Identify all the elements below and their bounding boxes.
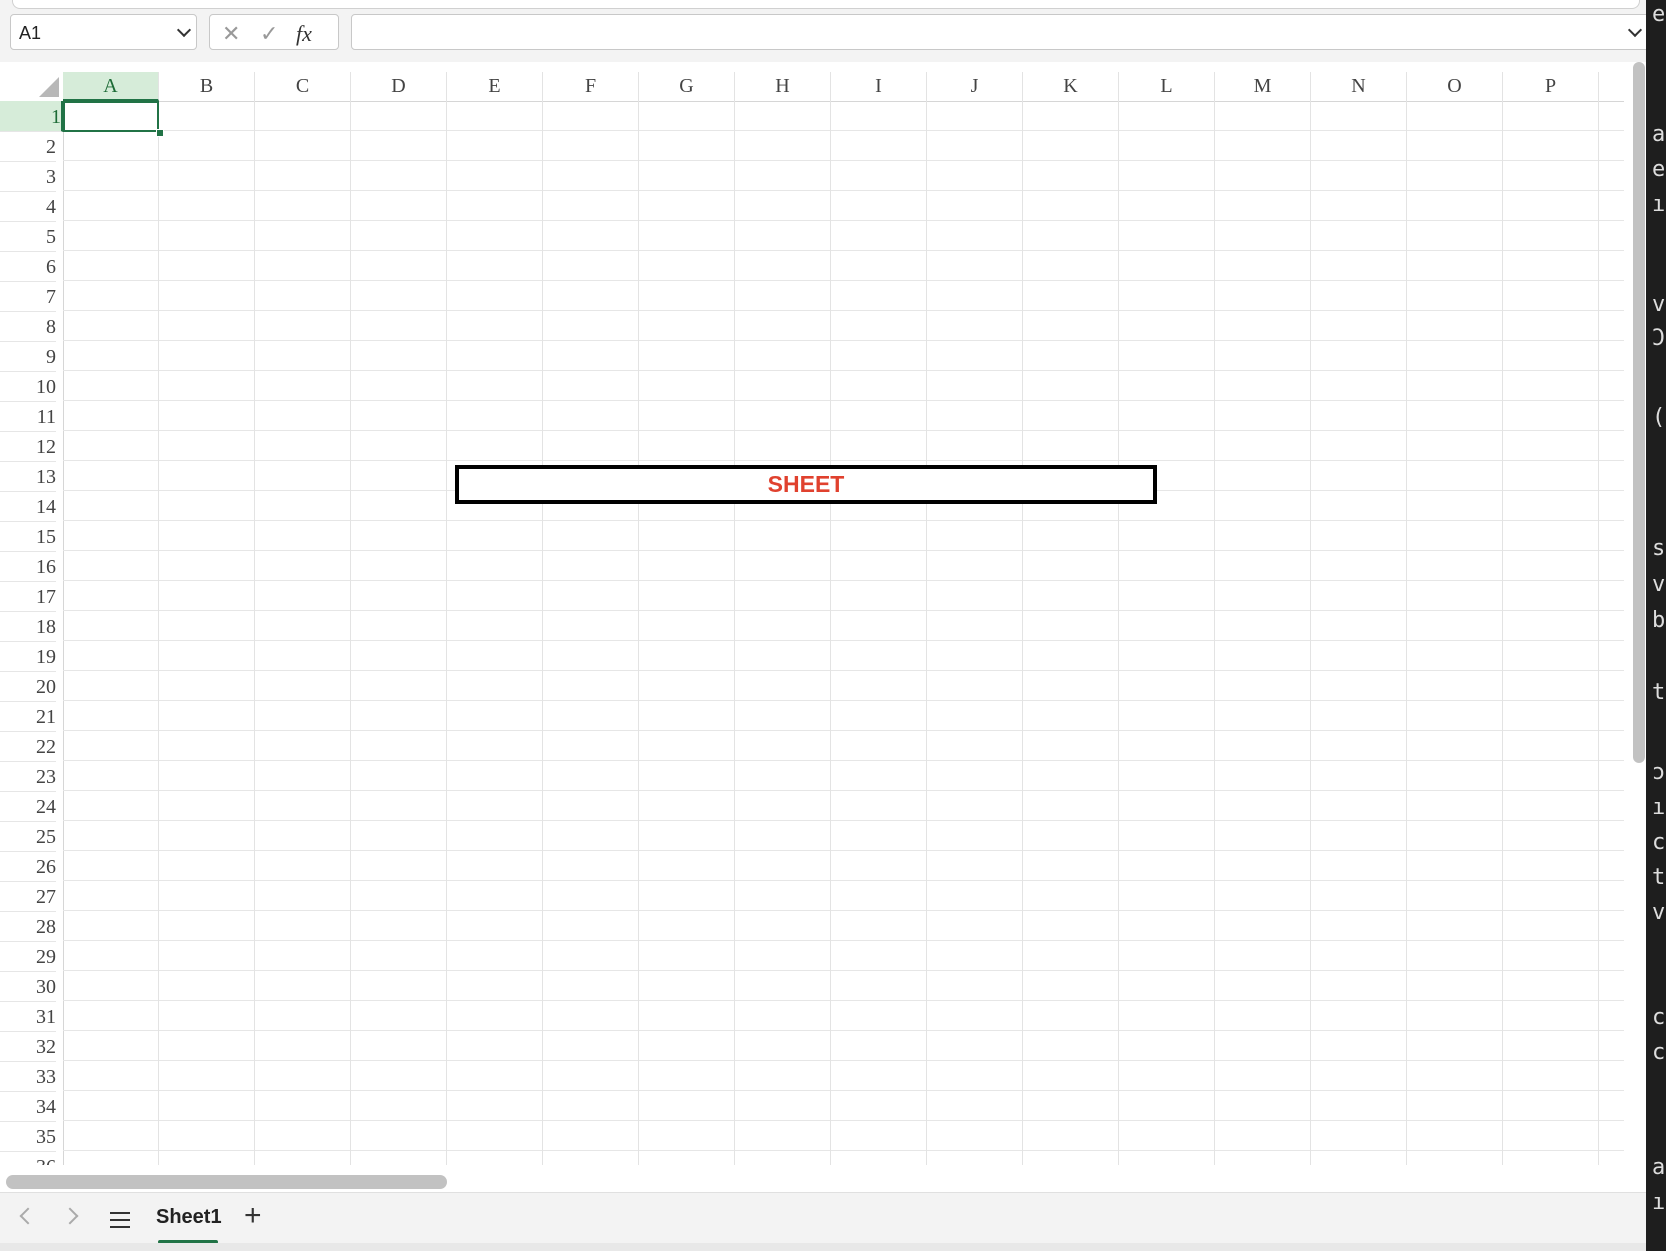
name-box-value: A1: [19, 23, 42, 43]
row-header-1[interactable]: 1: [0, 101, 63, 132]
row-header-15[interactable]: 15: [0, 521, 56, 552]
column-header-p[interactable]: P: [1503, 72, 1599, 101]
select-all-corner[interactable]: [0, 72, 64, 101]
column-header-h[interactable]: H: [735, 72, 831, 101]
background-code-fragment: b: [1652, 608, 1666, 633]
row-header-19[interactable]: 19: [0, 641, 56, 672]
row-header-3[interactable]: 3: [0, 161, 56, 192]
row-header-26[interactable]: 26: [0, 851, 56, 882]
row-header-14[interactable]: 14: [0, 491, 56, 522]
column-header-l[interactable]: L: [1119, 72, 1215, 101]
row-header-31[interactable]: 31: [0, 1001, 56, 1032]
column-header-c[interactable]: C: [255, 72, 351, 101]
background-code-fragment: ɔı: [1652, 760, 1666, 785]
background-code-fragment: ıe: [1652, 795, 1666, 820]
row-header-22[interactable]: 22: [0, 731, 56, 762]
column-header-g[interactable]: G: [639, 72, 735, 101]
cell-grid[interactable]: [63, 101, 1624, 1165]
row-header-2[interactable]: 2: [0, 131, 56, 162]
background-code-fragment: co: [1652, 1005, 1666, 1030]
row-header-13[interactable]: 13: [0, 461, 56, 492]
background-code-fragment: e: [1652, 157, 1666, 182]
row-header-34[interactable]: 34: [0, 1091, 56, 1122]
row-header-9[interactable]: 9: [0, 341, 56, 372]
text-box-shape[interactable]: SHEET: [455, 465, 1157, 504]
active-cell-a1[interactable]: [63, 101, 159, 132]
formula-bar-input[interactable]: [351, 14, 1651, 50]
background-code-fragment: ır: [1652, 192, 1666, 217]
column-header-n[interactable]: N: [1311, 72, 1407, 101]
background-code-fragment: vo: [1652, 292, 1666, 317]
background-code-fragment: cı: [1652, 830, 1666, 855]
background-code-fragment: vi: [1652, 572, 1666, 597]
row-header-36[interactable]: 36: [0, 1151, 56, 1165]
column-header-e[interactable]: E: [447, 72, 543, 101]
row-headers: 1 2 3 4 5 6 7 8 9 10 11 12 13 14 15 16 17 18 19 20 21 22 23 24 2…: [0, 101, 64, 1165]
column-header-f[interactable]: F: [543, 72, 639, 101]
row-header-4[interactable]: 4: [0, 191, 56, 222]
horizontal-scrollbar-thumb[interactable]: [6, 1175, 447, 1189]
background-code-fragment: ev: [1652, 2, 1666, 27]
row-header-7[interactable]: 7: [0, 281, 56, 312]
row-header-18[interactable]: 18: [0, 611, 56, 642]
background-code-fragment: ca: [1652, 1040, 1666, 1065]
row-header-11[interactable]: 11: [0, 401, 56, 432]
background-code-fragment: a: [1652, 1155, 1666, 1180]
name-box-chevron-down-icon[interactable]: [176, 22, 192, 38]
row-header-29[interactable]: 29: [0, 941, 56, 972]
formula-bar-expand-chevron-icon[interactable]: [1627, 22, 1643, 38]
background-code-fragment: s: [1652, 536, 1666, 561]
vertical-scrollbar-thumb[interactable]: [1633, 62, 1645, 763]
row-header-24[interactable]: 24: [0, 791, 56, 822]
shape-text: SHEET: [767, 471, 845, 497]
background-code-fragment: ı: [1652, 1190, 1666, 1215]
row-header-28[interactable]: 28: [0, 911, 56, 942]
sheet-tab-sheet1[interactable]: Sheet1: [156, 1206, 222, 1229]
row-header-5[interactable]: 5: [0, 221, 56, 252]
row-header-23[interactable]: 23: [0, 761, 56, 792]
formula-toolbar: A1 ✕ ✓ fx: [0, 0, 1666, 62]
row-header-33[interactable]: 33: [0, 1061, 56, 1092]
row-header-30[interactable]: 30: [0, 971, 56, 1002]
background-code-fragment: Ɔ: [1652, 326, 1666, 351]
background-code-fragment: (s: [1652, 405, 1666, 430]
add-sheet-icon[interactable]: +: [244, 1199, 262, 1233]
column-header-i[interactable]: I: [831, 72, 927, 101]
column-header-b[interactable]: B: [159, 72, 255, 101]
row-header-32[interactable]: 32: [0, 1031, 56, 1062]
fill-handle[interactable]: [156, 129, 164, 137]
row-header-27[interactable]: 27: [0, 881, 56, 912]
background-window-edge: ev as e ır vo Ɔ (s s vi b ta ɔı ıe cı th va co ca aı: [1646, 0, 1666, 1251]
column-header-k[interactable]: K: [1023, 72, 1119, 101]
ribbon-edge: [12, 0, 1640, 9]
row-header-8[interactable]: 8: [0, 311, 56, 342]
row-header-25[interactable]: 25: [0, 821, 56, 852]
formula-actions: ✕ ✓ fx: [209, 14, 339, 50]
column-header-d[interactable]: D: [351, 72, 447, 101]
background-code-fragment: as: [1652, 122, 1666, 147]
column-header-o[interactable]: O: [1407, 72, 1503, 101]
cancel-icon[interactable]: ✕: [222, 21, 240, 47]
column-header-m[interactable]: M: [1215, 72, 1311, 101]
all-sheets-menu-icon[interactable]: [110, 1212, 130, 1233]
column-header-a[interactable]: A: [63, 72, 159, 101]
background-code-fragment: ta: [1652, 680, 1666, 705]
status-bar-edge: [0, 1243, 1646, 1251]
row-header-20[interactable]: 20: [0, 671, 56, 702]
row-header-35[interactable]: 35: [0, 1121, 56, 1152]
name-box[interactable]: A1: [10, 14, 197, 50]
row-header-10[interactable]: 10: [0, 371, 56, 402]
column-header-j[interactable]: J: [927, 72, 1023, 101]
insert-function-icon[interactable]: fx: [296, 21, 312, 47]
row-header-6[interactable]: 6: [0, 251, 56, 282]
column-headers: ABCDEFGHIJKLMNOP: [0, 72, 1624, 102]
row-header-17[interactable]: 17: [0, 581, 56, 612]
select-all-triangle-icon[interactable]: [39, 77, 59, 97]
row-header-12[interactable]: 12: [0, 431, 56, 462]
enter-icon[interactable]: ✓: [260, 21, 278, 47]
row-header-21[interactable]: 21: [0, 701, 56, 732]
background-code-fragment: th: [1652, 865, 1666, 890]
background-code-fragment: va: [1652, 900, 1666, 925]
row-header-16[interactable]: 16: [0, 551, 56, 582]
